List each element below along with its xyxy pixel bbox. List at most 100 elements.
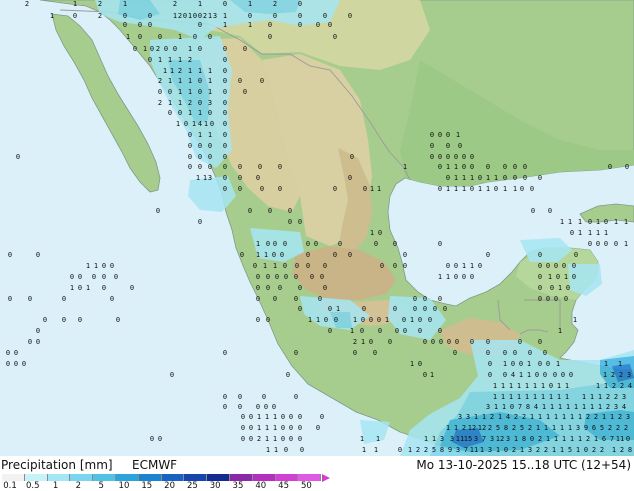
grid-value: 0 (503, 174, 507, 182)
grid-value: 1 (614, 218, 618, 226)
grid-value: 0 (208, 109, 212, 117)
grid-value: 0 (513, 174, 517, 182)
grid-value: 3 (474, 435, 478, 443)
grid-value: 0 (438, 153, 442, 161)
grid-value: 1 (590, 393, 594, 401)
grid-value: 0 (454, 153, 458, 161)
grid-value: 0 (70, 273, 74, 281)
grid-value: 1 (542, 403, 546, 411)
grid-value: 0 (538, 251, 542, 259)
model-name: ECMWF (132, 458, 178, 472)
grid-value: 0 (523, 174, 527, 182)
colorbar-segment (252, 474, 276, 481)
grid-value: 0 (273, 240, 277, 248)
grid-value: 0 (519, 360, 523, 368)
grid-value: 3 (622, 393, 626, 401)
grid-value: 1 (410, 316, 414, 324)
grid-value: 0 (393, 262, 397, 270)
grid-value: 0 (403, 251, 407, 259)
grid-value: 0 (531, 207, 535, 215)
grid-value: 0 (188, 131, 192, 139)
grid-value: 2 (611, 371, 615, 379)
grid-value: 1 (170, 67, 174, 75)
grid-value: 1 (503, 185, 507, 193)
grid-value: 0 (198, 218, 202, 226)
grid-value: 1 (578, 218, 582, 226)
grid-value: 0 (8, 295, 12, 303)
grid-value: 1 (204, 120, 208, 128)
grid-value: 1 (502, 403, 506, 411)
grid-value: 11 (616, 435, 624, 443)
grid-value: 0 (298, 0, 302, 8)
grid-value: 1 (604, 382, 608, 390)
grid-value: 0 (430, 153, 434, 161)
grid-value: 1 (588, 229, 592, 237)
grid-value: 1 (336, 305, 340, 313)
grid-value: 1 (316, 316, 320, 324)
colorbar-segment (138, 474, 162, 481)
grid-value: 1 (624, 240, 628, 248)
grid-value: 0 (604, 240, 608, 248)
grid-value: 15 (464, 435, 472, 443)
grid-value: 1 (494, 403, 498, 411)
grid-value: 8 (522, 435, 526, 443)
grid-value: 0 (588, 240, 592, 248)
grid-value: 1 (470, 262, 474, 270)
grid-value: 1 (498, 413, 502, 421)
grid-value: 0 (538, 174, 542, 182)
grid-value: 0 (102, 284, 106, 292)
grid-value: 0 (348, 12, 352, 20)
grid-value: 1 (501, 393, 505, 401)
grid-value: 3 (213, 12, 217, 20)
grid-value: 0 (538, 360, 542, 368)
grid-value: 0 (572, 273, 576, 281)
grid-value: 0 (528, 349, 532, 357)
grid-value: 2 (608, 424, 612, 432)
grid-value: 0 (446, 142, 450, 150)
grid-value: 2 (592, 446, 596, 454)
grid-value: 0 (333, 33, 337, 41)
grid-value: 0 (470, 273, 474, 281)
grid-value: 0 (148, 21, 152, 29)
grid-value: 2 (462, 424, 466, 432)
grid-value: 1 (168, 99, 172, 107)
grid-value: 1 (438, 273, 442, 281)
grid-value: 0 (323, 262, 327, 270)
grid-value: 0 (73, 12, 77, 20)
grid-value: 3 (626, 413, 630, 421)
colorbar-segment (275, 474, 299, 481)
grid-value: 1 (178, 33, 182, 41)
grid-value: 1 (86, 284, 90, 292)
grid-value: 1 (582, 393, 586, 401)
grid-value: 0 (184, 120, 188, 128)
grid-value: 0 (150, 45, 154, 53)
grid-value: 0 (348, 174, 352, 182)
grid-value: 0 (256, 174, 260, 182)
grid-value: 0 (369, 338, 373, 346)
grid-value: 1 (308, 316, 312, 324)
grid-value: 1 (610, 413, 614, 421)
grid-value: 2 (594, 413, 598, 421)
grid-value: 0 (584, 446, 588, 454)
grid-value: 0 (572, 262, 576, 270)
grid-value: 0 (158, 435, 162, 443)
grid-value: 0 (198, 163, 202, 171)
grid-value: 0 (114, 273, 118, 281)
grid-value: 0 (423, 305, 427, 313)
grid-value: 0 (369, 316, 373, 324)
grid-value: 0 (433, 305, 437, 313)
grid-value: 1 (596, 218, 600, 226)
grid-value: 1 (546, 413, 550, 421)
grid-value: 1 (536, 424, 540, 432)
grid-value: 1 (248, 21, 252, 29)
grid-value: 0 (523, 163, 527, 171)
grid-value: 3 (208, 99, 212, 107)
grid-value: 0 (110, 262, 114, 270)
grid-value: 0 (173, 45, 177, 53)
grid-value: 0 (294, 295, 298, 303)
grid-value: 0 (439, 338, 443, 346)
grid-value: 0 (193, 12, 197, 20)
grid-value: 3 (486, 403, 490, 411)
grid-value: 0 (566, 284, 570, 292)
grid-value: 0 (238, 403, 242, 411)
